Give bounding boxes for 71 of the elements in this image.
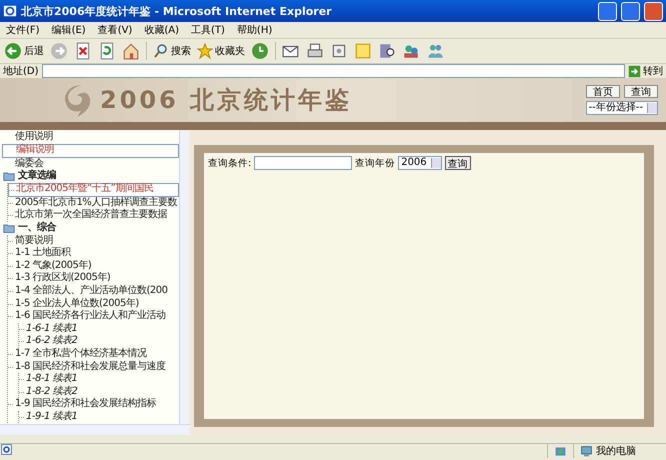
security-icon <box>554 444 567 458</box>
tree-item[interactable]: 1-6-1 续表1 <box>19 322 179 336</box>
tree-item[interactable]: 北京市第一次全国经济普查主要数据 <box>8 209 179 222</box>
tree-link[interactable]: 编辑说明 <box>2 144 179 158</box>
maximize-button[interactable] <box>621 2 640 20</box>
home-icon[interactable] <box>122 42 140 60</box>
tree-item[interactable]: 1-5 企业法人单位数(2005年) <box>8 298 179 310</box>
page-icon <box>0 443 13 456</box>
browser-icon <box>3 4 17 18</box>
close-button[interactable] <box>644 2 663 20</box>
tree-item[interactable]: 1-8 国民经济和社会发展总量与速度 <box>8 360 179 374</box>
tree-item[interactable]: 简要说明 <box>8 234 179 248</box>
address-field[interactable] <box>42 64 625 78</box>
folder-label[interactable]: 文章选编 <box>18 170 56 183</box>
header-nav-button[interactable]: 查询 <box>624 85 658 98</box>
header-nav-button[interactable]: 首页 <box>586 85 620 98</box>
query-year-select[interactable]: 2006 <box>398 156 442 170</box>
year-label: 查询年份 <box>355 156 396 170</box>
condition-input[interactable] <box>254 156 352 170</box>
horizontal-scrollbar[interactable] <box>0 424 190 435</box>
tree-folder[interactable]: 一、综合 <box>2 222 179 235</box>
tree-item[interactable]: 1-7 全市私营个体经济基本情况 <box>8 348 179 360</box>
minimize-button[interactable] <box>598 2 617 20</box>
menu-item[interactable]: 工具(T) <box>191 23 225 37</box>
zone-label: 我的电脑 <box>596 444 636 458</box>
tree-item[interactable]: 1-6-2 续表2 <box>19 335 179 348</box>
tree-item[interactable]: 1-3 行政区划(2005年) <box>8 272 179 285</box>
window-title: 北京市2006年度统计年鉴 - Microsoft Internet Explorer <box>21 4 333 18</box>
menu-item[interactable]: 编辑(E) <box>52 23 86 37</box>
tree-item[interactable]: 2005年北京市1%人口抽样调查主要数 <box>8 196 179 210</box>
menu-item[interactable]: 收藏(A) <box>144 23 179 37</box>
history-icon[interactable] <box>251 42 269 60</box>
tree-link[interactable]: 编委会 <box>2 158 179 170</box>
tree-item[interactable]: 1-9-1 续表1 <box>19 410 179 424</box>
tree-link[interactable]: 使用说明 <box>2 131 179 144</box>
back-button[interactable]: 后退 <box>4 42 44 60</box>
tree-folder[interactable]: 文章选编 <box>2 170 179 183</box>
computer-icon <box>580 444 593 458</box>
stop-icon[interactable] <box>74 42 92 60</box>
year-select[interactable]: --年份选择-- <box>586 101 658 115</box>
tree-item[interactable]: 1-8-2 续表2 <box>19 386 179 398</box>
menu-item[interactable]: 文件(F) <box>6 23 40 37</box>
note-icon[interactable] <box>354 42 372 60</box>
tree-item[interactable]: 北京市2005年暨“十五”期间国民 <box>8 182 179 197</box>
tree-item[interactable]: 1-2 气象(2005年) <box>8 260 179 272</box>
favorites-button[interactable]: 收藏夹 <box>197 43 245 59</box>
folder-label[interactable]: 一、综合 <box>18 222 56 235</box>
tree-item[interactable]: 1-8-1 续表1 <box>19 373 179 386</box>
forward-icon[interactable] <box>50 42 68 60</box>
edit-icon[interactable] <box>330 42 348 60</box>
folder-icon <box>2 170 16 182</box>
star-icon <box>197 43 213 59</box>
query-button[interactable]: 查询 <box>444 156 471 170</box>
search-icon <box>153 43 169 59</box>
refresh-icon[interactable] <box>98 42 116 60</box>
tree-item[interactable]: 1-4 全部法人、产业活动单位数(200 <box>8 284 179 298</box>
people-icon[interactable] <box>426 42 444 60</box>
vertical-scrollbar[interactable] <box>179 130 190 424</box>
menu-item[interactable]: 查看(V) <box>98 23 132 37</box>
tree-item[interactable]: 1-6 国民经济各行业法人和产业活动 <box>8 310 179 323</box>
site-title: 2006 北京统计年鉴 <box>100 85 354 116</box>
folder-icon <box>2 222 16 234</box>
tree-item[interactable]: 1-1 土地面积 <box>8 247 179 260</box>
condition-label: 查询条件: <box>208 156 252 170</box>
search-button[interactable]: 搜索 <box>153 43 191 59</box>
tree-item[interactable]: 1-9 国民经济和社会发展结构指标 <box>8 398 179 411</box>
address-label: 地址(D) <box>3 64 39 78</box>
go-arrow-icon <box>628 64 641 78</box>
go-button[interactable]: 转到 <box>628 64 663 78</box>
print-icon[interactable] <box>306 42 324 60</box>
menu-item[interactable]: 帮助(H) <box>236 23 272 37</box>
